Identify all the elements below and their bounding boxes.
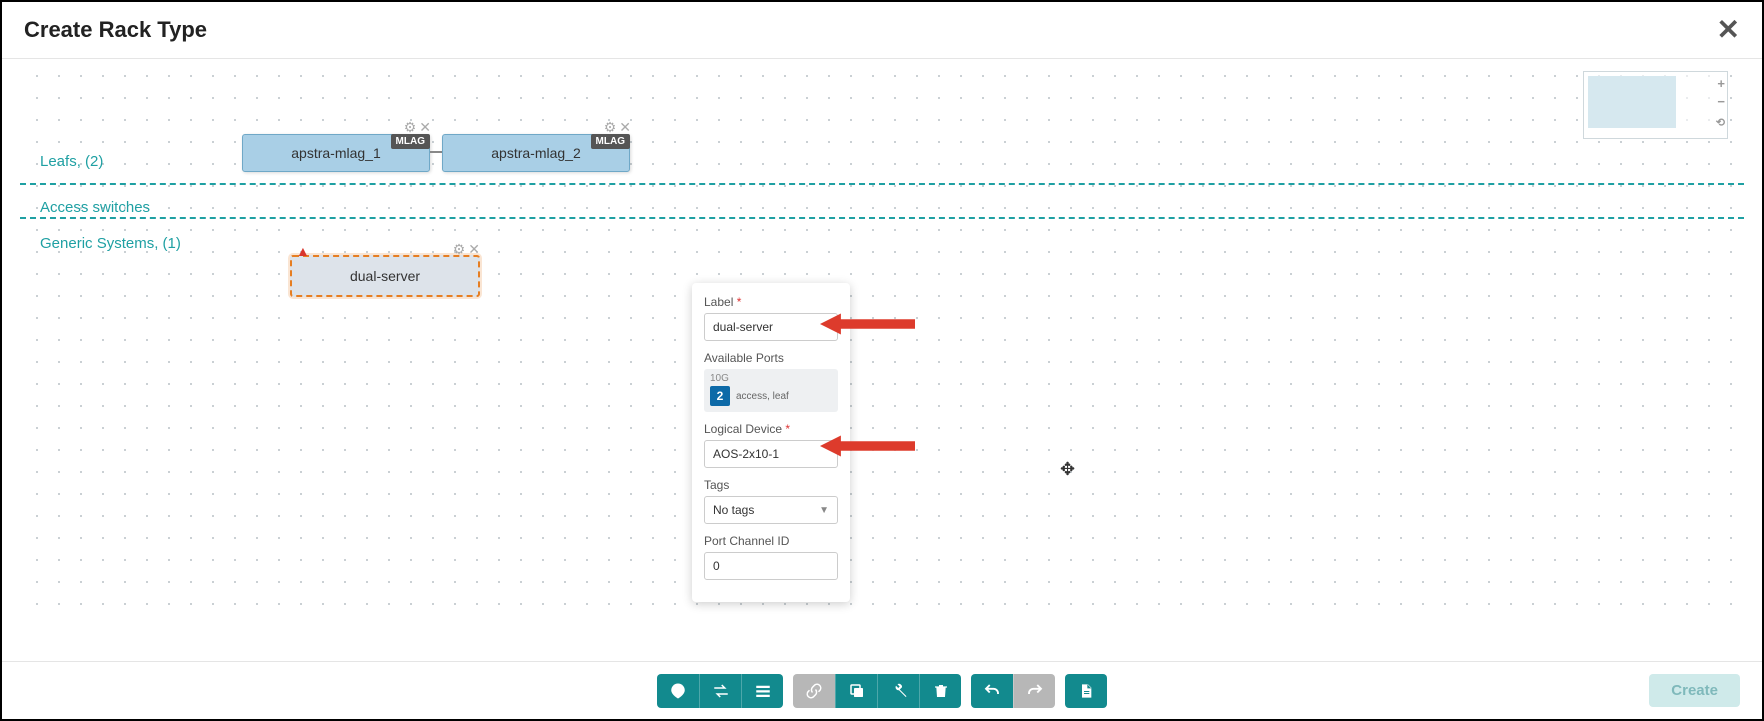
copy-button[interactable] <box>835 674 877 708</box>
undo-button[interactable] <box>971 674 1013 708</box>
tags-dropdown[interactable]: No tags ▼ <box>704 496 838 524</box>
mlag-badge: MLAG <box>391 134 430 149</box>
add-link-button[interactable] <box>699 674 741 708</box>
move-cursor-icon: ✥ <box>1060 459 1075 480</box>
redo-button[interactable] <box>1013 674 1055 708</box>
document-button[interactable] <box>1065 674 1107 708</box>
add-leaf-button[interactable] <box>657 674 699 708</box>
annotation-arrow <box>820 433 915 459</box>
toolbar-group-add <box>657 674 783 708</box>
tags-placeholder: No tags <box>713 503 754 517</box>
page-title: Create Rack Type <box>24 17 207 43</box>
label-field-label: Label * <box>704 295 838 309</box>
toolbar-group-doc <box>1065 674 1107 708</box>
mlag-badge: MLAG <box>591 134 630 149</box>
label-input[interactable] <box>704 313 838 341</box>
leaf-node-label: apstra-mlag_2 <box>491 145 581 161</box>
attach-button[interactable] <box>793 674 835 708</box>
port-count-badge: 2 <box>710 386 730 406</box>
section-divider <box>20 183 1744 185</box>
port-tags: access, leaf <box>736 391 789 402</box>
delete-button[interactable] <box>919 674 961 708</box>
available-ports-label: Available Ports <box>704 351 838 365</box>
section-generic-label[interactable]: Generic Systems, (1) <box>40 235 181 252</box>
gear-icon[interactable]: ⚙ <box>453 241 466 258</box>
leaf-node-2[interactable]: ⚙ ✕ apstra-mlag_2 MLAG <box>442 134 630 172</box>
minimap-viewport <box>1588 76 1676 128</box>
logical-device-input[interactable] <box>704 440 838 468</box>
close-icon[interactable]: ✕ <box>1717 16 1740 44</box>
toolbar-group-edit <box>793 674 961 708</box>
port-speed: 10G <box>710 373 832 384</box>
create-button[interactable]: Create <box>1649 674 1740 707</box>
zoom-in-icon[interactable]: + <box>1717 76 1725 91</box>
chevron-down-icon: ▼ <box>819 505 829 516</box>
port-channel-id-input[interactable] <box>704 552 838 580</box>
leaf-node-label: apstra-mlag_1 <box>291 145 381 161</box>
generic-node-selected[interactable]: ▲ ⚙ ✕ dual-server <box>290 255 480 297</box>
section-leafs-label[interactable]: Leafs, (2) <box>40 153 103 170</box>
delete-icon[interactable]: ✕ <box>468 241 480 258</box>
section-access-label[interactable]: Access switches <box>40 199 150 216</box>
add-list-button[interactable] <box>741 674 783 708</box>
toolbar-footer: Create <box>2 661 1762 719</box>
zoom-out-icon[interactable]: − <box>1717 94 1725 109</box>
settings-button[interactable] <box>877 674 919 708</box>
annotation-arrow <box>820 311 915 337</box>
zoom-reset-icon[interactable]: ⟲ <box>1716 116 1725 129</box>
toolbar-group-history <box>971 674 1055 708</box>
section-divider <box>20 217 1744 219</box>
port-channel-id-label: Port Channel ID <box>704 534 838 548</box>
tags-label: Tags <box>704 478 838 492</box>
topology-canvas[interactable]: + − ⟲ Leafs, (2) Access switches Generic… <box>20 59 1744 624</box>
leaf-link <box>430 151 442 153</box>
warning-icon: ▲ <box>296 243 310 259</box>
generic-node-label: dual-server <box>350 268 420 284</box>
logical-device-label: Logical Device * <box>704 422 838 436</box>
leaf-node-1[interactable]: ⚙ ✕ apstra-mlag_1 MLAG <box>242 134 430 172</box>
available-ports-box: 10G 2 access, leaf <box>704 369 838 412</box>
minimap[interactable]: + − ⟲ <box>1583 71 1728 139</box>
